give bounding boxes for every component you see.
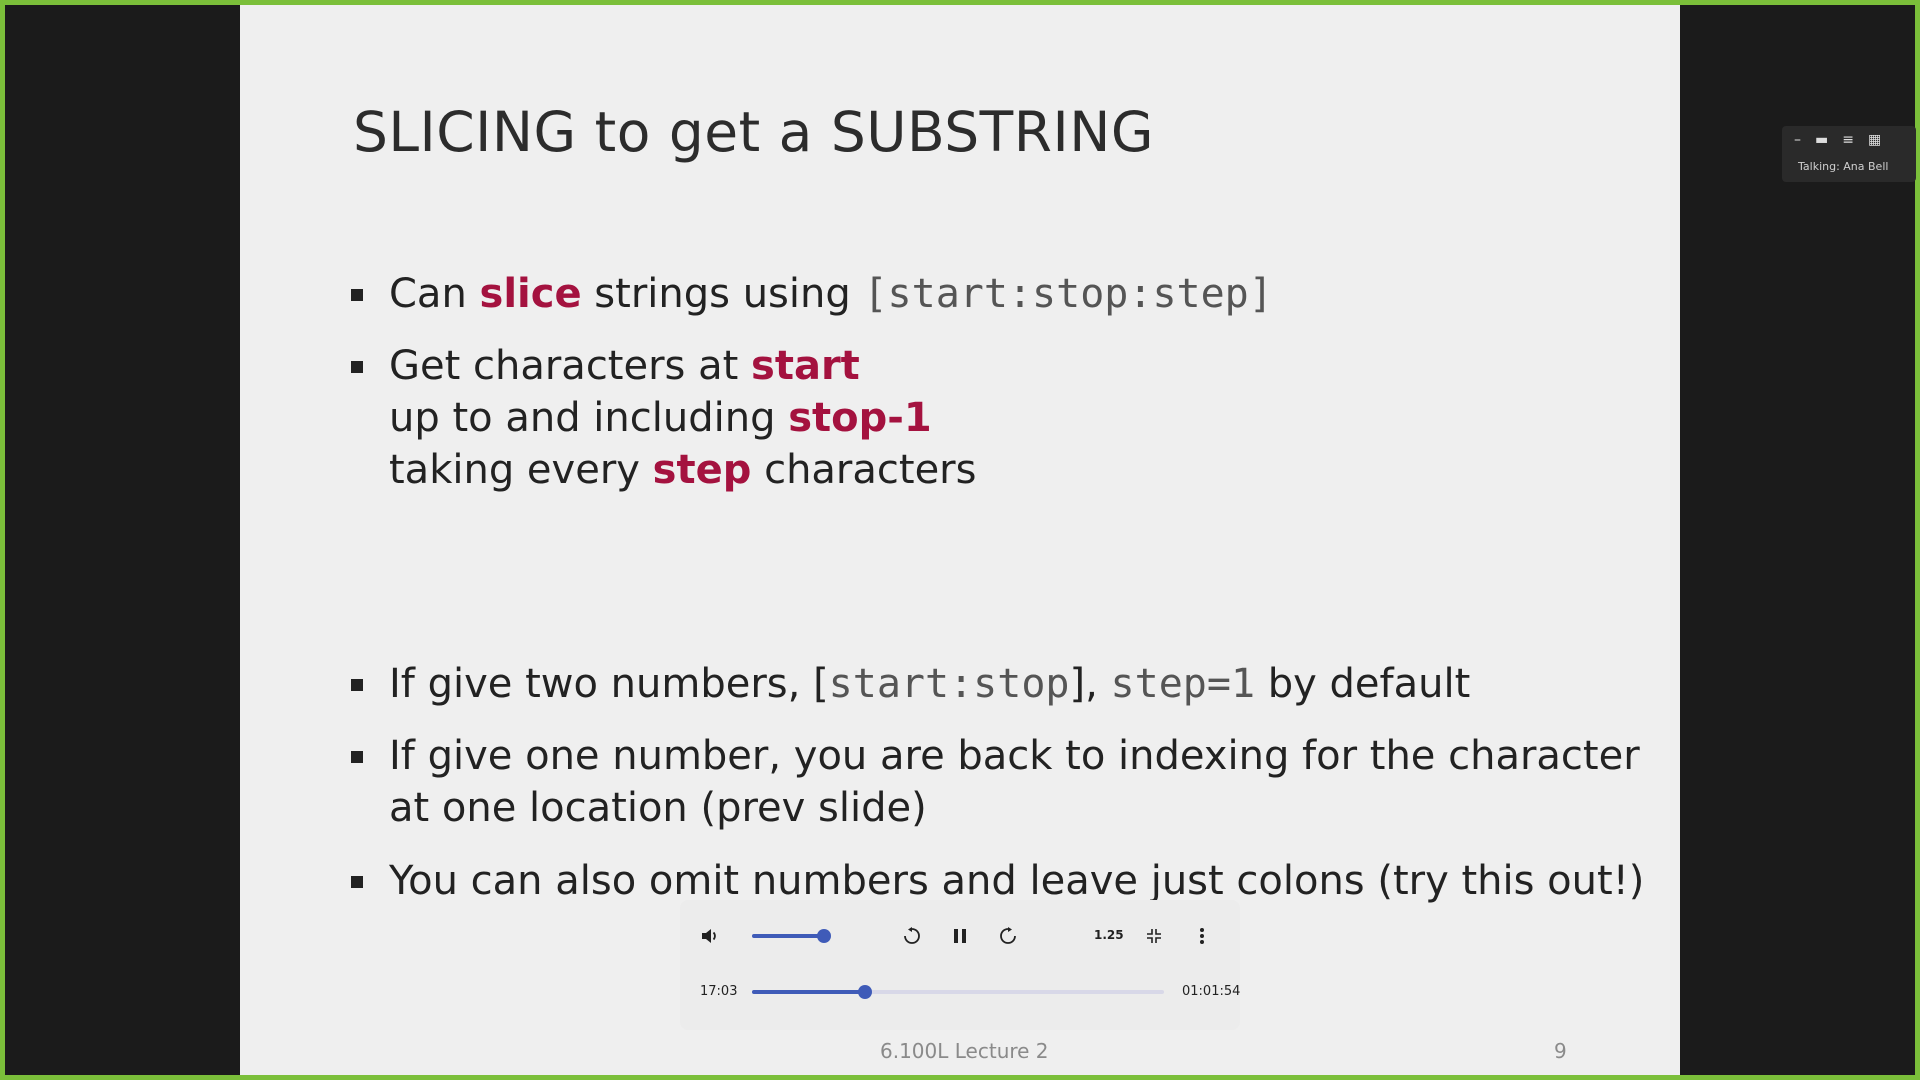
bullet-text: strings using (581, 271, 864, 317)
pause-icon[interactable] (946, 922, 974, 950)
rewind-icon[interactable] (898, 922, 926, 950)
exit-fullscreen-icon[interactable] (1140, 922, 1168, 950)
bullet-text: ], (1069, 661, 1111, 707)
bullet-text: characters (751, 447, 977, 493)
media-player-controls: 1.25 17:03 01:01:54 (680, 900, 1240, 1030)
bullet-text: at one location (prev slide) (389, 785, 927, 831)
bullet-text: by default (1255, 661, 1471, 707)
code-syntax: start:stop (828, 661, 1070, 707)
highlight-stop: stop-1 (788, 395, 932, 441)
volume-handle[interactable] (817, 929, 831, 943)
talking-indicator: Talking: Ana Bell (1798, 160, 1889, 173)
highlight-start: start (751, 343, 860, 389)
bullet-marker (351, 876, 363, 888)
bullet-marker (351, 289, 363, 301)
bullet-text: Can (389, 271, 480, 317)
current-time: 17:03 (700, 984, 738, 999)
bullet-text: taking every (389, 447, 653, 493)
playback-speed-button[interactable]: 1.25 (1094, 928, 1124, 942)
code-syntax: [start:stop:step] (863, 271, 1273, 317)
seek-progress (752, 990, 866, 994)
grid-view-icon[interactable]: ▦ (1868, 132, 1881, 148)
forward-icon[interactable] (994, 922, 1022, 950)
volume-icon[interactable] (696, 922, 724, 950)
bullet-marker (351, 751, 363, 763)
seek-handle[interactable] (858, 985, 873, 999)
view-small-icon[interactable]: ▬ (1815, 132, 1828, 148)
slide-page-number: 9 (1554, 1039, 1567, 1063)
volume-slider[interactable] (752, 934, 824, 938)
duration: 01:01:54 (1182, 984, 1241, 999)
slide-title: SLICING to get a SUBSTRING (353, 100, 1154, 164)
bullet-marker (351, 361, 363, 373)
code-syntax: step=1 (1110, 661, 1256, 707)
bullet-text: If give two numbers, [ (389, 661, 829, 707)
bullet-text: If give one number, you are back to inde… (389, 733, 1640, 779)
highlight-slice: slice (479, 271, 582, 317)
minimize-icon[interactable]: – (1794, 132, 1801, 148)
more-vertical-icon[interactable] (1188, 922, 1216, 950)
meeting-overlay: – ▬ ≡ ▦ Talking: Ana Bell (1782, 126, 1916, 182)
bullet-text: Get characters at (389, 343, 752, 389)
slide-footer: 6.100L Lecture 2 (880, 1039, 1049, 1063)
bullet-text: up to and including (389, 395, 789, 441)
view-medium-icon[interactable]: ≡ (1842, 132, 1854, 148)
bullet-marker (351, 679, 363, 691)
highlight-step: step (652, 447, 752, 493)
